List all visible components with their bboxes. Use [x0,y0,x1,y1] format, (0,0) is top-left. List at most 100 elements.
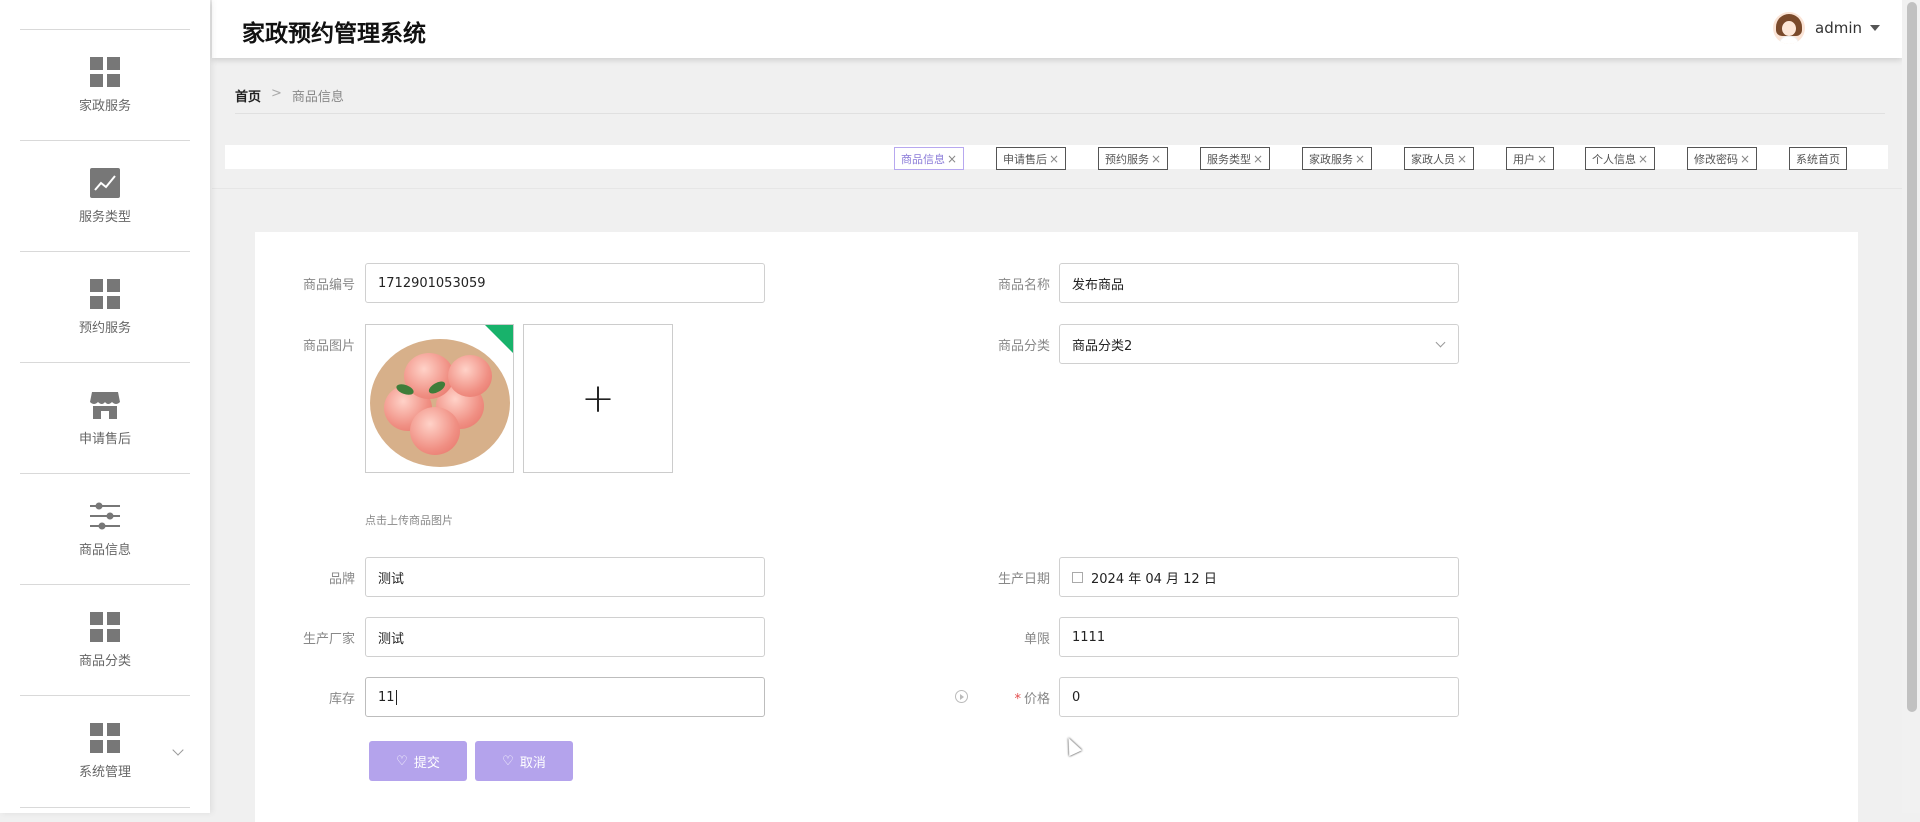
divider [212,188,1902,189]
chevron-down-icon [1435,337,1446,348]
store-icon [90,390,120,420]
sidebar-item-housekeeping[interactable]: 家政服务 [20,29,190,140]
tab-service-types[interactable]: 服务类型 × [1200,147,1271,170]
label-category: 商品分类 [997,339,1050,354]
stock-input[interactable]: 11 [365,677,765,717]
sidebar-item-after-sales[interactable]: 申请售后 [20,362,190,473]
top-header: 家政预约管理系统 admin [212,0,1902,58]
upload-image-button[interactable]: + [523,324,673,473]
vertical-scrollbar[interactable] [1902,0,1920,813]
sidebar-item-label: 服务类型 [78,209,131,225]
tab-label: 个人信息 [1592,152,1636,166]
breadcrumb: 首页 > 商品信息 [235,86,344,105]
tab-label: 预约服务 [1105,152,1149,166]
user-name: admin [1815,19,1862,37]
tabs-bar: 商品信息 × 申请售后 × 预约服务 × 服务类型 × 家政服务 × 家政人员 × 用户 × … [225,145,1888,170]
label-manufacturer: 生产厂家 [302,632,355,647]
sidebar-divider [20,807,190,808]
close-icon[interactable]: × [1740,152,1750,166]
sidebar-item-label: 申请售后 [78,431,131,447]
tab-users[interactable]: 用户 × [1506,147,1555,170]
upload-hint: 点击上传商品图片 [365,514,453,527]
sidebar-item-product-info[interactable]: 商品信息 [20,473,190,584]
tab-label: 商品信息 [901,152,945,166]
button-label: 取消 [519,755,546,771]
close-icon[interactable]: × [1253,152,1263,166]
breadcrumb-separator: > [271,86,282,101]
product-image-thumbnail[interactable] [365,324,514,473]
label-price: * 价格 [950,688,1050,707]
user-menu[interactable]: admin [1773,12,1880,44]
chart-icon [90,167,120,198]
category-select[interactable]: 商品分类2 [1059,324,1459,364]
close-icon[interactable]: × [1049,152,1059,166]
submit-button[interactable]: ♡ 提交 [369,741,467,781]
input-value: 测试 [378,571,405,587]
sidebar-item-label: 商品信息 [78,542,131,558]
label-stock: 库存 [328,692,355,707]
text-cursor [395,689,397,705]
price-input[interactable]: 0 [1059,677,1459,717]
sidebar-item-system-management[interactable]: 系统管理 [20,695,190,806]
cancel-button[interactable]: ♡ 取消 [475,741,573,781]
breadcrumb-current: 商品信息 [291,90,344,105]
tab-appointments[interactable]: 预约服务 × [1098,147,1169,170]
product-no-input[interactable]: 1712901053059 [365,263,765,303]
sidebar-item-label: 家政服务 [78,98,131,114]
tab-after-sales[interactable]: 申请售后 × [996,147,1067,170]
input-value: 2024 年 04 月 12 日 [1091,571,1217,587]
limit-input[interactable]: 1111 [1059,617,1459,657]
brand-input[interactable]: 测试 [365,557,765,597]
input-value: 发布商品 [1072,277,1125,293]
product-name-input[interactable]: 发布商品 [1059,263,1459,303]
sidebar-item-product-category[interactable]: 商品分类 [20,584,190,695]
tab-change-password[interactable]: 修改密码 × [1687,147,1758,170]
label-brand: 品牌 [328,572,355,587]
breadcrumb-home[interactable]: 首页 [235,86,261,105]
grid-icon [90,278,120,309]
tab-label: 系统首页 [1796,152,1840,166]
caret-down-icon [1870,25,1880,31]
divider [235,113,1885,114]
tab-product-info[interactable]: 商品信息 × [894,147,965,170]
label-product-no: 商品编号 [302,278,355,293]
tab-housekeeping[interactable]: 家政服务 × [1302,147,1373,170]
close-icon[interactable]: × [1457,152,1467,166]
avatar [1773,12,1805,44]
label-limit: 单限 [1023,632,1050,647]
input-value: 1712901053059 [378,275,486,291]
product-form: 商品编号 1712901053059 商品名称 发布商品 商品图片 + 点击上传… [255,232,1858,822]
chevron-down-icon[interactable] [172,744,184,756]
heart-icon: ♡ [502,753,514,769]
sidebar-item-appointments[interactable]: 预约服务 [20,251,190,362]
grid-icon [90,722,120,753]
input-value: 测试 [378,631,405,647]
close-icon[interactable]: × [1537,152,1547,166]
label-production-date: 生产日期 [997,572,1050,587]
tab-housekeepers[interactable]: 家政人员 × [1404,147,1475,170]
heart-icon: ♡ [396,753,408,769]
close-icon[interactable]: × [1151,152,1161,166]
sliders-icon [90,501,120,531]
app-title: 家政预约管理系统 [242,21,426,47]
sidebar-item-label: 系统管理 [78,764,131,780]
tab-label: 申请售后 [1003,152,1047,166]
sidebar-item-service-types[interactable]: 服务类型 [20,140,190,251]
scrollbar-thumb[interactable] [1907,2,1917,712]
production-date-input[interactable]: 2024 年 04 月 12 日 [1059,557,1459,597]
input-value: 11 [378,689,395,705]
label-text: 价格 [1023,692,1050,707]
grid-icon [90,611,120,642]
close-icon[interactable]: × [1355,152,1365,166]
close-icon[interactable]: × [1638,152,1648,166]
manufacturer-input[interactable]: 测试 [365,617,765,657]
label-product-name: 商品名称 [997,278,1050,293]
input-value: 1111 [1072,629,1106,645]
tab-home[interactable]: 系统首页 [1789,147,1847,170]
close-icon[interactable]: × [947,152,957,166]
tab-label: 服务类型 [1207,152,1251,166]
required-mark: * [1014,692,1021,707]
tab-profile[interactable]: 个人信息 × [1585,147,1656,170]
grid-icon [90,56,120,87]
button-label: 提交 [413,755,440,771]
